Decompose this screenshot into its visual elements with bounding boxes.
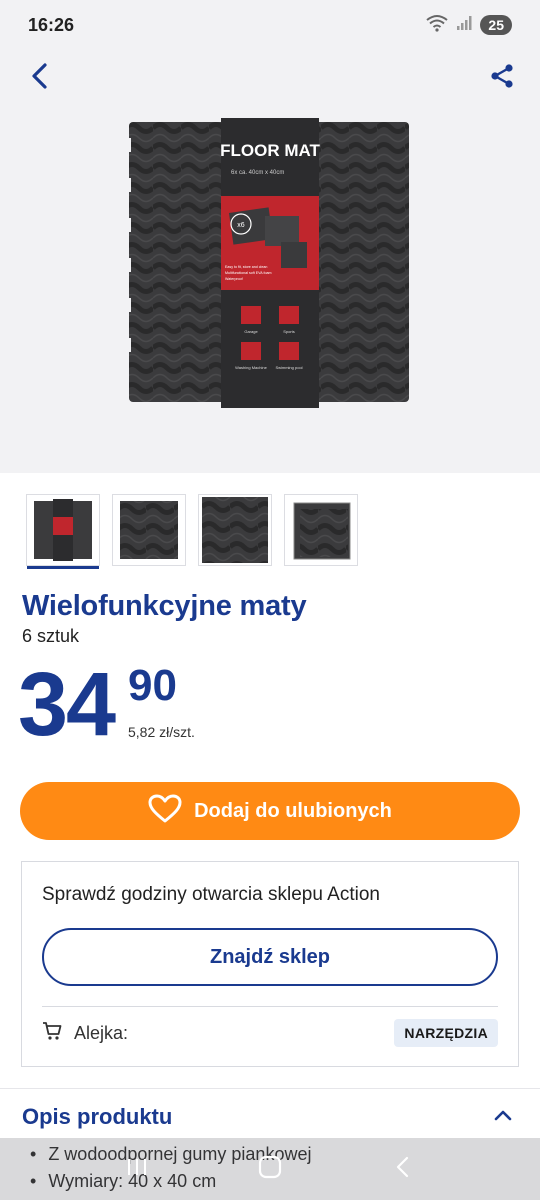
system-nav-bar (0, 1138, 540, 1200)
box-use: Swimming pool (275, 365, 302, 370)
box-feature: Easy to fit, store and clean (225, 265, 267, 269)
box-heading: FLOOR MAT (220, 141, 320, 160)
box-count: x6 (237, 222, 245, 229)
signal-icon (456, 15, 472, 36)
status-bar: 16:26 25 (0, 0, 540, 50)
box-use: Garage (244, 329, 258, 334)
thumbnail-strip (26, 494, 358, 569)
box-size: 6x ca. 40cm x 40cm (231, 170, 284, 176)
collapse-description-button[interactable] (492, 1104, 516, 1128)
back-button[interactable] (24, 62, 56, 94)
battery-indicator: 25 (480, 15, 512, 35)
thumbnail-image (202, 497, 268, 563)
app-bar (0, 50, 540, 106)
home-button[interactable] (250, 1149, 290, 1189)
thumbnail-image (34, 499, 92, 561)
cart-icon (42, 1021, 62, 1046)
find-store-label: Znajdź sklep (209, 945, 331, 968)
chevron-up-icon (492, 1110, 514, 1130)
box-feature: Waterproof (225, 277, 243, 281)
price-cents: 90 (128, 661, 177, 710)
product-quantity: 6 sztuk (22, 626, 80, 646)
product-image-area[interactable]: FLOOR MAT 6x ca. 40cm x 40cm x6 Easy to … (0, 106, 540, 473)
share-button[interactable] (486, 62, 518, 94)
status-time: 16:26 (28, 14, 75, 35)
aisle-row: Alejka: NARZĘDZIA (42, 1018, 498, 1048)
add-to-favorites-label: Dodaj do ulubionych (194, 799, 392, 822)
box-use: Washing Machine (235, 365, 267, 370)
thumbnail-1[interactable] (26, 494, 100, 569)
share-icon (489, 63, 515, 94)
description-title: Opis produktu (22, 1104, 173, 1129)
find-store-button[interactable]: Znajdź sklep (42, 928, 498, 986)
aisle-label: Alejka: (74, 1022, 129, 1043)
section-divider (0, 1088, 540, 1089)
store-card: Sprawdź godziny otwarcia sklepu Action Z… (21, 861, 519, 1067)
box-use: Sports (283, 329, 295, 334)
chevron-left-icon (29, 62, 51, 94)
thumbnail-image (293, 502, 351, 560)
thumbnail-2[interactable] (112, 494, 186, 566)
divider (42, 1006, 498, 1007)
chevron-left-icon (393, 1155, 413, 1184)
product-title: Wielofunkcyjne maty (22, 590, 307, 622)
status-icons: 25 (426, 14, 512, 37)
price-whole: 34 (18, 655, 116, 755)
thumbnail-image (120, 501, 178, 559)
aisle-badge: NARZĘDZIA (394, 1019, 498, 1047)
store-hours-prompt: Sprawdź godziny otwarcia sklepu Action (42, 884, 380, 905)
product-image: FLOOR MAT 6x ca. 40cm x 40cm x6 Easy to … (125, 118, 409, 408)
thumbnail-3[interactable] (198, 494, 272, 566)
box-feature: Multifunctional soft EVA foam (225, 271, 271, 275)
recents-icon (125, 1156, 149, 1183)
wifi-icon (426, 14, 449, 37)
recents-button[interactable] (117, 1149, 157, 1189)
heart-icon (148, 794, 182, 829)
thumbnail-4[interactable] (284, 494, 358, 566)
unit-price: 5,82 zł/szt. (128, 724, 195, 740)
add-to-favorites-button[interactable]: Dodaj do ulubionych (20, 782, 520, 840)
system-back-button[interactable] (383, 1149, 423, 1189)
home-icon (257, 1154, 283, 1185)
